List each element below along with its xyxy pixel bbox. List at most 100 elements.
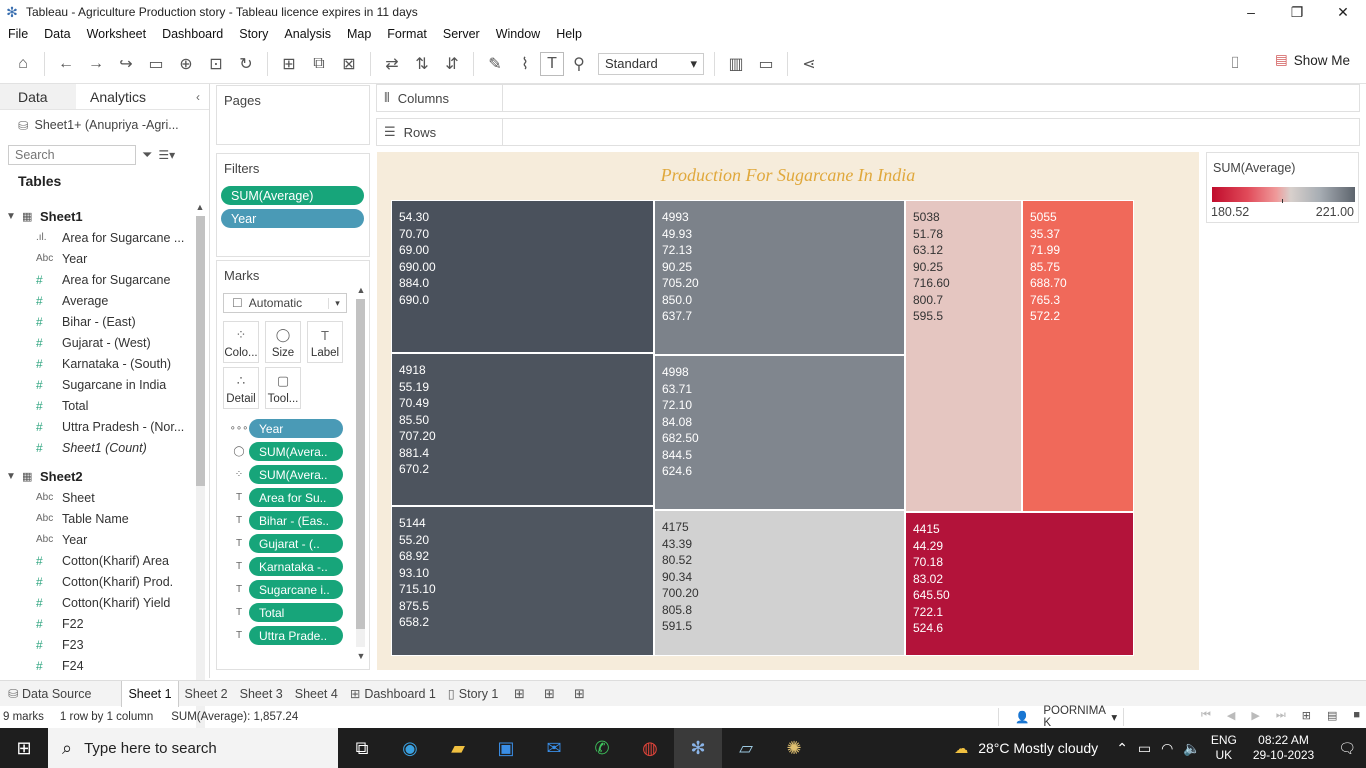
treemap-cell[interactable]: 5144 55.20 68.92 93.10 715.10 875.5 658.2	[391, 506, 654, 656]
field-item[interactable]: .ıl. Area for Sugarcane ...	[0, 227, 192, 248]
highlight-icon[interactable]: ✎	[480, 49, 510, 79]
field-item[interactable]: # F23	[0, 634, 192, 655]
notification-icon[interactable]: 🗨	[1338, 740, 1356, 757]
prev-sheet-icon[interactable]: ◀	[1227, 709, 1235, 722]
home-icon[interactable]: ⌂	[8, 49, 38, 79]
field-item[interactable]: # Bihar - (East)	[0, 311, 192, 332]
field-item[interactable]: # Sheet1 (Count)	[0, 437, 192, 458]
tray-chevron-icon[interactable]: ⌃	[1116, 740, 1128, 757]
store-icon[interactable]: ▣	[482, 728, 530, 768]
menu-file[interactable]: File	[0, 27, 36, 41]
tooltip-mark-button[interactable]: ▢ Tool...	[265, 367, 301, 409]
clock[interactable]: 08:22 AM 29-10-2023	[1253, 733, 1314, 763]
minimize-button[interactable]: –	[1228, 0, 1274, 24]
last-sheet-icon[interactable]: ⏭	[1276, 709, 1286, 722]
marks-scrollbar[interactable]: ▲ ▼	[354, 285, 367, 661]
new-worksheet-icon[interactable]: ⊞	[504, 686, 534, 702]
treemap-cell[interactable]: 4993 49.93 72.13 90.25 705.20 850.0 637.7	[654, 200, 905, 355]
notes-icon[interactable]: ▱	[722, 728, 770, 768]
new-dashboard-icon[interactable]: ⊞	[534, 686, 564, 702]
fix-axes-icon[interactable]: ⚲	[564, 49, 594, 79]
field-item[interactable]: # Average	[0, 290, 192, 311]
language-indicator[interactable]: ENG UK	[1211, 733, 1237, 763]
detail-mark-button[interactable]: ∴ Detail	[223, 367, 259, 409]
menu-help[interactable]: Help	[548, 27, 590, 41]
field-item[interactable]: # Sugarcane in India	[0, 374, 192, 395]
field-item[interactable]: Abc Table Name	[0, 508, 192, 529]
label-mark-button[interactable]: T Label	[307, 321, 343, 363]
weather-text[interactable]: 28°C Mostly cloudy	[978, 740, 1098, 756]
replay-icon[interactable]: ↪	[111, 49, 141, 79]
treemap-cell[interactable]: 54.30 70.70 69.00 690.00 884.0 690.0	[391, 200, 654, 353]
menu-map[interactable]: Map	[339, 27, 379, 41]
fit-select[interactable]: Standard ▾	[598, 52, 704, 75]
taskbar-search[interactable]: ⌕ Type here to search	[48, 728, 338, 768]
filter-pill[interactable]: Year	[221, 209, 364, 228]
field-item[interactable]: # Area for Sugarcane	[0, 269, 192, 290]
whatsapp-icon[interactable]: ✆	[578, 728, 626, 768]
duplicate-sheet-icon[interactable]: ⧉	[304, 49, 334, 79]
treemap-cell[interactable]: 4175 43.39 80.52 90.34 700.20 805.8 591.5	[654, 510, 905, 656]
show-cards-icon[interactable]: ▥	[721, 49, 751, 79]
tab-analytics[interactable]: Analytics	[76, 84, 186, 109]
marks-field-pill[interactable]: Gujarat - (..	[249, 534, 343, 553]
share-icon[interactable]: ⋖	[794, 49, 824, 79]
treemap-cell[interactable]: 4998 63.71 72.10 84.08 682.50 844.5 624.6	[654, 355, 905, 510]
sheet-tab[interactable]: ⊞ Dashboard 1	[344, 681, 442, 707]
tab-data-source[interactable]: ⛁ Data Source	[0, 681, 101, 707]
marks-field-pill[interactable]: Year	[249, 419, 343, 438]
swap-icon[interactable]: ⇄	[377, 49, 407, 79]
rows-shelf[interactable]: ☰ Rows	[376, 118, 1360, 146]
menu-format[interactable]: Format	[379, 27, 435, 41]
treemap-cell[interactable]: 4415 44.29 70.18 83.02 645.50 722.1 524.6	[905, 512, 1134, 656]
pause-updates-icon[interactable]: ⊡	[201, 49, 231, 79]
sheet-tab[interactable]: ▯ Story 1	[442, 681, 505, 707]
mail-icon[interactable]: ✉	[530, 728, 578, 768]
edge-icon[interactable]: ◉	[386, 728, 434, 768]
menu-window[interactable]: Window	[488, 27, 548, 41]
new-datasource-icon[interactable]: ⊕	[171, 49, 201, 79]
show-mark-labels-icon[interactable]: T	[540, 51, 564, 76]
menu-dashboard[interactable]: Dashboard	[154, 27, 231, 41]
user-menu[interactable]: 👤 POORNIMA K ▾	[998, 705, 1124, 729]
show-sheet-sorter-icon[interactable]: ⊞	[1302, 709, 1311, 722]
sort-descending-icon[interactable]: ⇵	[437, 49, 467, 79]
group-members-icon[interactable]: ⌇	[510, 49, 540, 79]
presentation-mode-icon[interactable]: ▭	[751, 49, 781, 79]
treemap-cell[interactable]: 5038 51.78 63.12 90.25 716.60 800.7 595.5	[905, 200, 1022, 512]
close-button[interactable]: ✕	[1320, 0, 1366, 24]
new-story-icon[interactable]: ⊞	[564, 686, 594, 702]
field-item[interactable]: # F22	[0, 613, 192, 634]
chrome-icon[interactable]: ◍	[626, 728, 674, 768]
viz-canvas[interactable]: Production For Sugarcane In India 54.30 7…	[377, 152, 1199, 670]
menu-worksheet[interactable]: Worksheet	[79, 27, 155, 41]
file-explorer-icon[interactable]: ▰	[434, 728, 482, 768]
scroll-down-icon[interactable]: ▼	[354, 651, 368, 661]
scroll-up-icon[interactable]: ▲	[193, 202, 207, 212]
marks-field-pill[interactable]: Karnataka -..	[249, 557, 343, 576]
new-worksheet-icon[interactable]: ⊞	[274, 49, 304, 79]
show-tabs-icon[interactable]: ■	[1353, 709, 1360, 722]
field-item[interactable]: # Cotton(Kharif) Prod.	[0, 571, 192, 592]
view-options-icon[interactable]: ☰▾	[158, 148, 175, 162]
sheet-tab[interactable]: Sheet 2	[179, 681, 234, 707]
table-sheet2[interactable]: ▼ ▦ Sheet2	[0, 466, 192, 487]
field-item[interactable]: # Cotton(Kharif) Yield	[0, 592, 192, 613]
task-view-icon[interactable]: ⧉	[338, 728, 386, 768]
filter-icon[interactable]: ⏷	[142, 147, 152, 163]
marks-field-pill[interactable]: Bihar - (Eas..	[249, 511, 343, 530]
battery-icon[interactable]: ▭	[1138, 740, 1151, 757]
first-sheet-icon[interactable]: ⏮	[1201, 709, 1211, 722]
field-item[interactable]: Abc Sheet	[0, 487, 192, 508]
field-item[interactable]: Abc Year	[0, 248, 192, 269]
tab-data[interactable]: Data	[0, 84, 76, 109]
field-item[interactable]: # Cotton(Kharif) Area	[0, 550, 192, 571]
field-item[interactable]: # Uttra Pradesh - (Nor...	[0, 416, 192, 437]
save-icon[interactable]: ▭	[141, 49, 171, 79]
refresh-icon[interactable]: ↻	[231, 49, 261, 79]
show-filmstrip-icon[interactable]: ▤	[1327, 709, 1337, 722]
volume-icon[interactable]: 🔈	[1183, 740, 1200, 757]
marks-field-pill[interactable]: SUM(Avera..	[249, 442, 343, 461]
sheet-tab[interactable]: Sheet 3	[234, 681, 289, 707]
collapse-pane-icon[interactable]: ‹	[187, 84, 209, 109]
